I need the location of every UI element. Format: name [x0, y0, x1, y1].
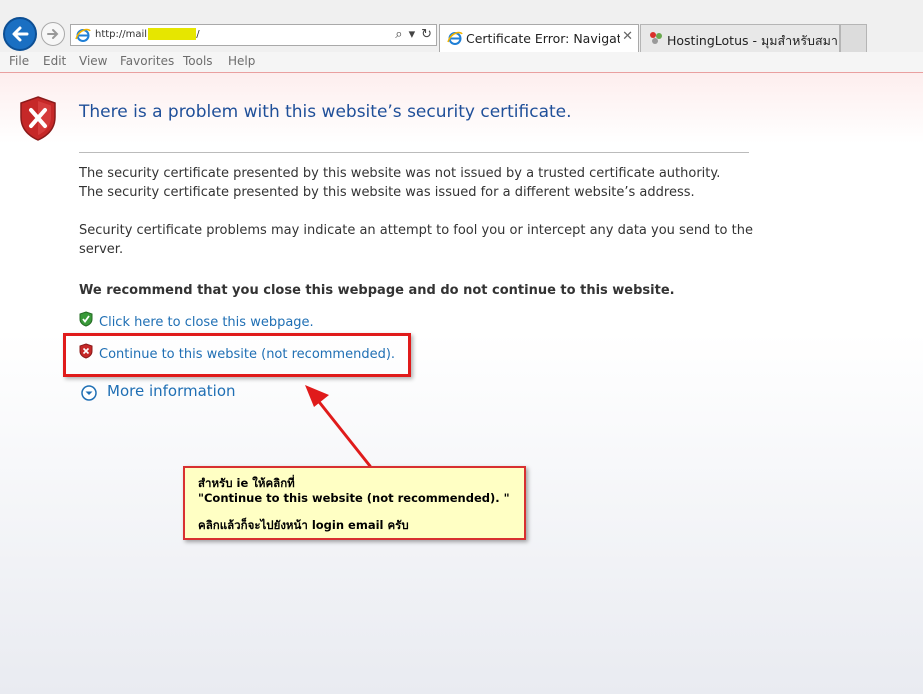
menu-tools[interactable]: Tools: [183, 54, 213, 68]
new-tab-button[interactable]: [840, 24, 867, 52]
forward-arrow-icon: [47, 29, 59, 39]
address-url: http://mail. /: [95, 28, 200, 40]
error-page: There is a problem with this website’s s…: [0, 73, 923, 694]
menu-view[interactable]: View: [79, 54, 107, 68]
ie-page-icon: [75, 28, 91, 42]
search-icon[interactable]: ⌕: [395, 27, 402, 42]
menu-edit[interactable]: Edit: [43, 54, 66, 68]
annotation-note: สำหรับ ie ให้คลิกที่ "Continue to this w…: [183, 466, 526, 540]
address-bar[interactable]: http://mail. / ⌕ ▾ ↻: [70, 24, 437, 46]
refresh-icon[interactable]: ↻: [421, 27, 432, 42]
menu-help[interactable]: Help: [228, 54, 255, 68]
forward-button[interactable]: [41, 22, 65, 46]
tab-hostinglotus[interactable]: HostingLotus - มุมสำหรับสมาชิก: [640, 24, 840, 52]
dropdown-icon[interactable]: ▾: [409, 27, 416, 42]
annotation-line-2: "Continue to this website (not recommend…: [198, 491, 510, 505]
browser-chrome: http://mail. / ⌕ ▾ ↻ Certificate Error: N…: [0, 0, 923, 52]
redacted-domain: [148, 28, 197, 40]
menu-file[interactable]: File: [9, 54, 29, 68]
back-arrow-icon: [12, 26, 29, 42]
menu-bar: File Edit View Favorites Tools Help: [0, 52, 923, 73]
tab-label: Certificate Error: Navigation...: [466, 31, 620, 46]
annotation-line-3: คลิกแล้วก็จะไปยังหน้า login email ครับ: [198, 518, 409, 532]
ie-tab-icon: [447, 31, 463, 45]
close-tab-icon[interactable]: ✕: [622, 29, 633, 44]
tab-certificate-error[interactable]: Certificate Error: Navigation... ✕: [439, 24, 639, 52]
tab-label: HostingLotus - มุมสำหรับสมาชิก: [667, 33, 837, 48]
menu-favorites[interactable]: Favorites: [120, 54, 174, 68]
back-button[interactable]: [3, 17, 37, 51]
annotation-arrow: [305, 385, 372, 468]
hostinglotus-favicon: [650, 32, 662, 44]
